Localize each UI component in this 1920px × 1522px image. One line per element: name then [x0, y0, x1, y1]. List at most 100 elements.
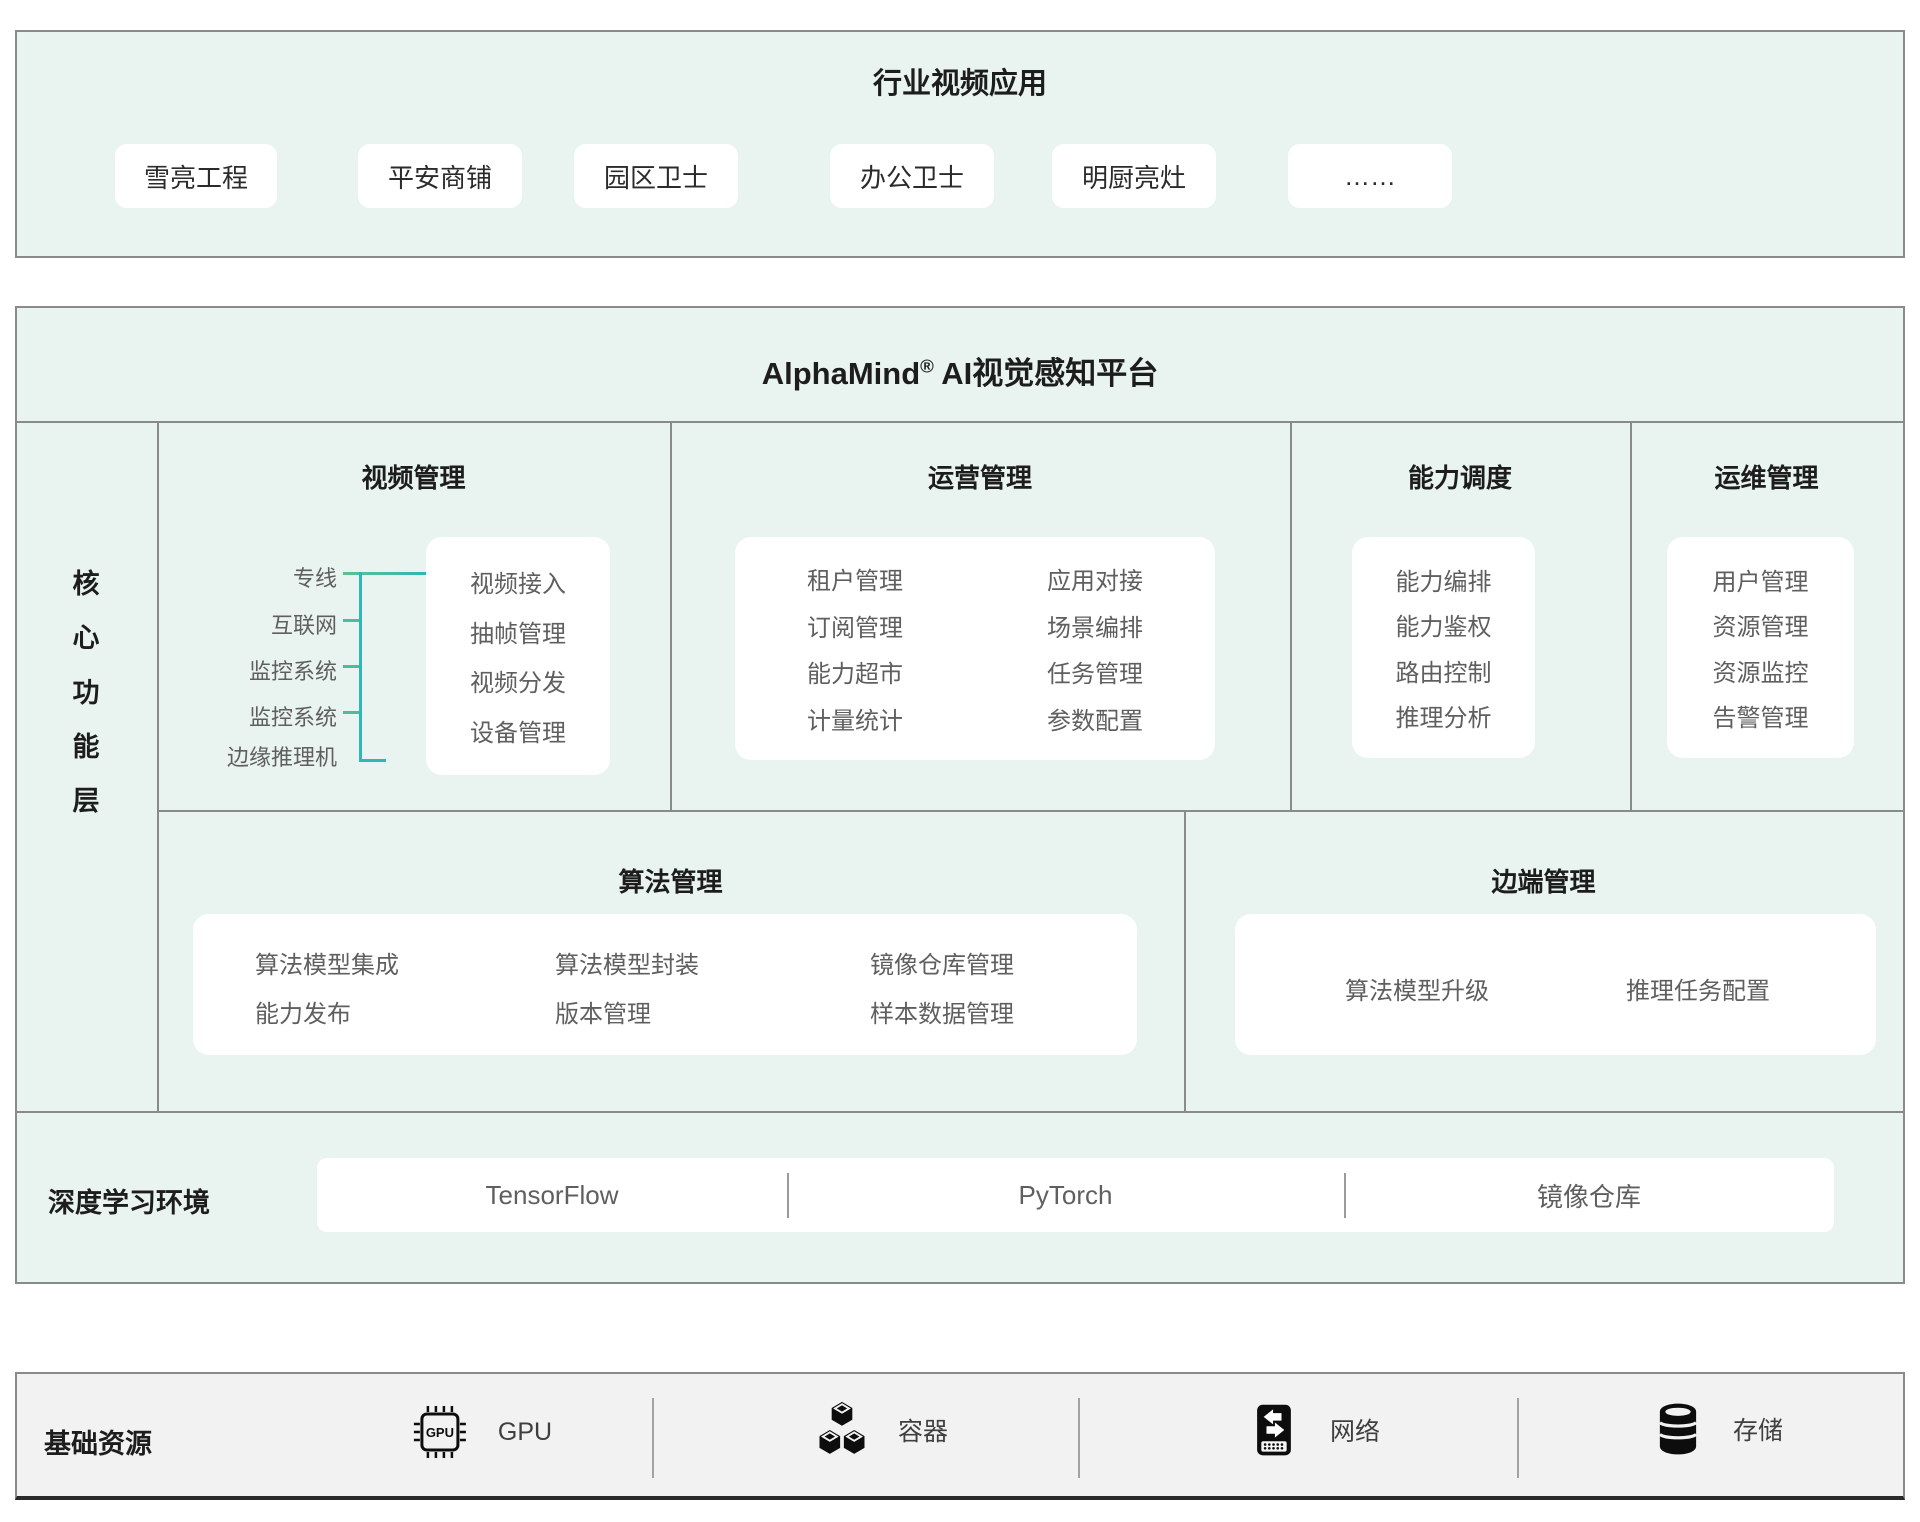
sidebar-char: 心 [73, 616, 100, 655]
app-chip-mingchu: 明厨亮灶 [1052, 144, 1216, 208]
divider-algo-edge [1184, 810, 1186, 1111]
app-chip-pingan: 平安商铺 [358, 144, 522, 208]
column-title-sched: 能力调度 [1290, 458, 1630, 495]
dl-framework: TensorFlow [486, 1180, 619, 1211]
ops-item: 能力超市 [807, 654, 903, 689]
infra-item-label: 存储 [1733, 1411, 1783, 1447]
platform-header-divider [17, 421, 1903, 423]
sidebar-char: 功 [73, 671, 100, 710]
column-title-om: 运维管理 [1630, 458, 1903, 495]
divider-row2-dl [17, 1111, 1903, 1113]
om-item: 用户管理 [1713, 562, 1809, 597]
sidebar-core-function-layer: 核 心 功 能 层 [15, 562, 157, 818]
sidebar-char: 核 [73, 562, 100, 601]
edge-item: 推理任务配置 [1626, 971, 1770, 1006]
column-title-algo: 算法管理 [157, 862, 1184, 899]
ops-card: 租户管理 应用对接 订阅管理 场景编排 能力超市 任务管理 计量统计 参数配置 [735, 537, 1215, 760]
sched-item: 能力鉴权 [1396, 607, 1492, 642]
tree-bus-line [359, 572, 362, 762]
tree-top-connector [343, 572, 426, 575]
video-card: 视频接入 抽帧管理 视频分发 设备管理 [426, 537, 610, 775]
gpu-chip-icon: GPU [408, 1400, 472, 1464]
sched-card: 能力编排 能力鉴权 路由控制 推理分析 [1352, 537, 1535, 758]
om-card: 用户管理 资源管理 资源监控 告警管理 [1667, 537, 1854, 758]
video-source-label: 边缘推理机 [157, 740, 337, 772]
ops-item: 场景编排 [1047, 608, 1143, 643]
container-boxes-icon [812, 1400, 872, 1460]
sidebar-char: 能 [73, 725, 100, 764]
infra-item-storage: 存储 [1649, 1400, 1783, 1458]
platform-brand: AlphaMind [762, 356, 920, 391]
om-item: 资源管理 [1713, 607, 1809, 642]
algo-card: 算法模型集成 算法模型封装 镜像仓库管理 能力发布 版本管理 样本数据管理 [193, 914, 1137, 1055]
algo-item: 样本数据管理 [870, 994, 1014, 1029]
infra-divider [652, 1398, 654, 1478]
video-item: 视频分发 [470, 663, 566, 698]
column-title-ops: 运营管理 [670, 458, 1290, 495]
dl-env-bar: TensorFlow PyTorch 镜像仓库 [317, 1158, 1834, 1232]
dl-bar-divider [787, 1173, 789, 1218]
video-item: 视频接入 [470, 564, 566, 599]
om-item: 告警管理 [1713, 698, 1809, 733]
infra-item-label: 网络 [1330, 1412, 1380, 1448]
infra-divider [1517, 1398, 1519, 1478]
infra-item-label: 容器 [898, 1412, 948, 1448]
infra-box [15, 1372, 1905, 1500]
app-chip-yuanqu: 园区卫士 [574, 144, 738, 208]
registered-mark: ® [920, 356, 934, 377]
platform-title: AlphaMind® AI视觉感知平台 [0, 348, 1920, 393]
infra-item-gpu: GPU GPU [408, 1400, 552, 1464]
app-chip-label: …… [1344, 161, 1396, 192]
dl-env-label: 深度学习环境 [48, 1181, 210, 1220]
video-source-label: 互联网 [157, 608, 337, 640]
dl-framework: PyTorch [1019, 1180, 1113, 1211]
algo-item: 版本管理 [555, 994, 651, 1029]
ops-item: 任务管理 [1047, 654, 1143, 689]
app-chip-bangong: 办公卫士 [830, 144, 994, 208]
column-title-edge: 边端管理 [1184, 862, 1903, 899]
column-title-video: 视频管理 [157, 458, 670, 495]
infra-label: 基础资源 [44, 1422, 152, 1461]
app-chip-label: 办公卫士 [860, 158, 964, 195]
video-source-label: 监控系统 [157, 700, 337, 732]
video-source-label: 监控系统 [157, 654, 337, 686]
infra-item-network: 网络 [1244, 1400, 1380, 1460]
network-switch-icon [1244, 1400, 1304, 1460]
algo-item: 算法模型集成 [255, 945, 399, 980]
algo-item: 算法模型封装 [555, 945, 699, 980]
ops-item: 参数配置 [1047, 701, 1143, 736]
algo-item: 镜像仓库管理 [870, 945, 1014, 980]
platform-title-rest: AI视觉感知平台 [934, 356, 1158, 391]
dl-bar-divider [1344, 1173, 1346, 1218]
ops-item: 租户管理 [807, 561, 903, 596]
industry-apps-title: 行业视频应用 [0, 60, 1920, 102]
infra-divider [1078, 1398, 1080, 1478]
edge-item: 算法模型升级 [1345, 971, 1489, 1006]
app-chip-label: 平安商铺 [388, 158, 492, 195]
sidebar-char: 层 [73, 779, 100, 818]
app-chip-xueliang: 雪亮工程 [115, 144, 277, 208]
sched-item: 推理分析 [1396, 698, 1492, 733]
algo-item: 能力发布 [255, 994, 351, 1029]
platform-box [15, 306, 1905, 1284]
sched-item: 能力编排 [1396, 562, 1492, 597]
om-item: 资源监控 [1713, 653, 1809, 688]
sched-item: 路由控制 [1396, 653, 1492, 688]
video-item: 抽帧管理 [470, 614, 566, 649]
ops-item: 计量统计 [807, 701, 903, 736]
infra-item-container: 容器 [812, 1400, 948, 1460]
app-chip-label: 明厨亮灶 [1082, 158, 1186, 195]
video-source-label: 专线 [157, 561, 337, 593]
video-item: 设备管理 [470, 713, 566, 748]
architecture-diagram: 行业视频应用 雪亮工程 平安商铺 园区卫士 办公卫士 明厨亮灶 …… Alpha… [0, 0, 1920, 1522]
app-chip-label: 雪亮工程 [144, 158, 248, 195]
infra-item-label: GPU [498, 1418, 552, 1447]
dl-framework: 镜像仓库 [1537, 1177, 1641, 1214]
edge-card: 算法模型升级 推理任务配置 [1235, 914, 1876, 1055]
app-chip-label: 园区卫士 [604, 158, 708, 195]
divider-row1-row2 [157, 810, 1903, 812]
tree-bottom-stub [359, 759, 386, 762]
app-chip-more: …… [1288, 144, 1452, 208]
ops-item: 应用对接 [1047, 561, 1143, 596]
ops-item: 订阅管理 [807, 608, 903, 643]
